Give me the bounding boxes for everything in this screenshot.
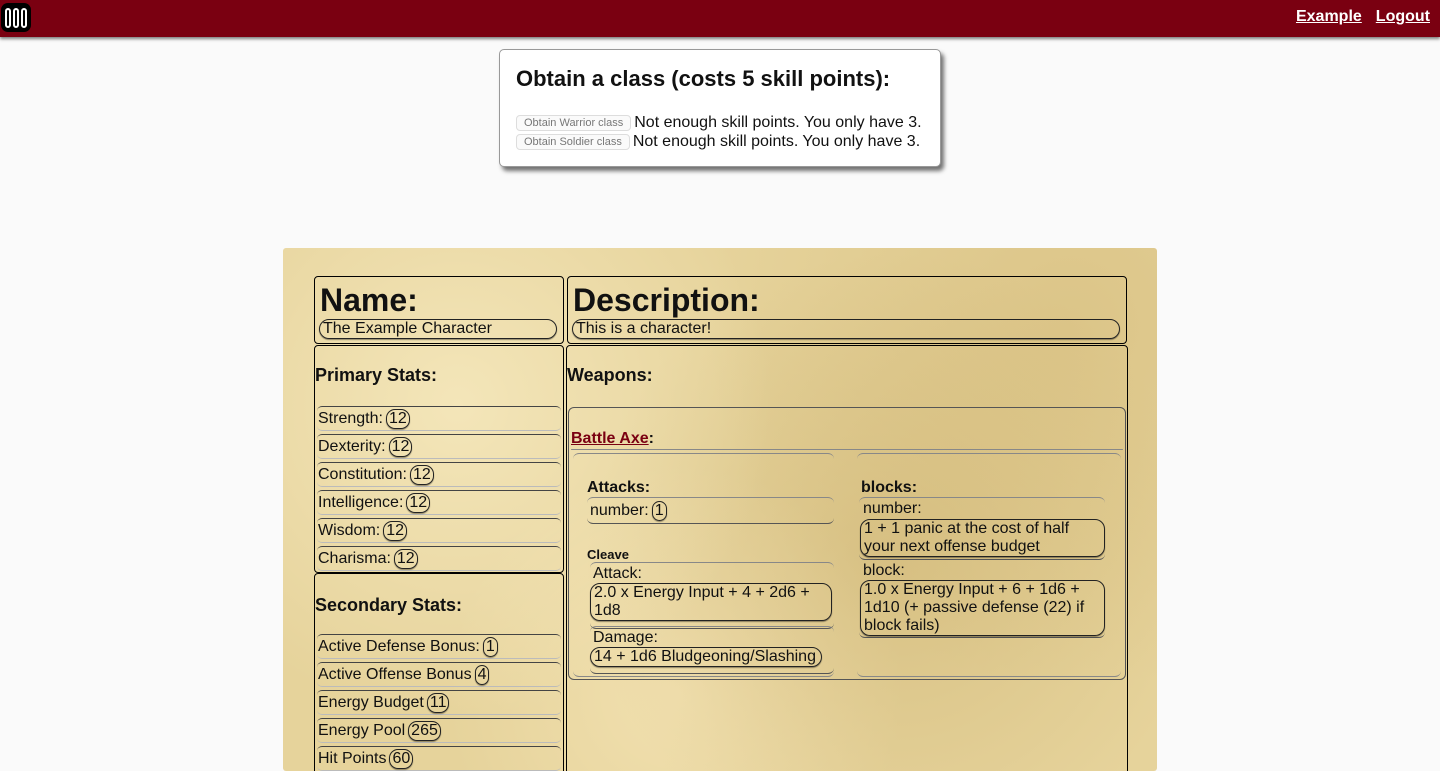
stat-row: Energy Pool 265: [317, 718, 561, 743]
blocks-number-label: number:: [863, 500, 922, 517]
weapons-title: Weapons:: [567, 365, 653, 385]
stat-row: Wisdom: 12: [317, 518, 561, 543]
class-option-message: Not enough skill points. You only have 3…: [634, 114, 922, 131]
name-label: Name:: [320, 282, 418, 318]
stat-label: Dexterity:: [318, 437, 386, 455]
damage-value[interactable]: 14 + 1d6 Bludgeoning/Slashing: [590, 647, 822, 667]
blocks-number-value[interactable]: 1 + 1 panic at the cost of half your nex…: [860, 519, 1105, 557]
stat-value[interactable]: 12: [383, 520, 408, 541]
stat-label: Hit Points: [318, 749, 387, 767]
user-link[interactable]: Example: [1296, 8, 1362, 26]
stat-label: Constitution:: [318, 465, 407, 483]
weapon-name-link[interactable]: Battle Axe: [571, 430, 649, 447]
attacks-title: Attacks:: [587, 479, 651, 496]
description-label: Description:: [573, 282, 760, 318]
stat-label: Intelligence:: [318, 493, 404, 511]
stat-value[interactable]: 12: [406, 492, 431, 513]
primary-stats-title: Primary Stats:: [315, 365, 438, 385]
obtain-class-dialog: Obtain a class (costs 5 skill points): O…: [499, 49, 941, 167]
damage-label: Damage:: [593, 629, 658, 646]
block-value[interactable]: 1.0 x Energy Input + 6 + 1d6 + 1d10 (+ p…: [860, 580, 1105, 636]
character-sheet: Name: The Example Character Description:…: [283, 248, 1157, 771]
attacks-number-label: number:: [590, 501, 649, 519]
stat-label: Strength:: [318, 409, 383, 427]
weapon-card: Battle Axe: Attacks: number: 1 Cleave At…: [568, 407, 1126, 680]
attack-label: Attack:: [593, 565, 642, 582]
class-option-row: Obtain Warrior class Not enough skill po…: [516, 114, 922, 132]
attacks-number-value[interactable]: 1: [651, 500, 667, 521]
stat-value[interactable]: 12: [388, 436, 413, 457]
name-field[interactable]: The Example Character: [319, 319, 557, 339]
stat-label: Active Defense Bonus:: [318, 637, 480, 655]
stat-row: Strength: 12: [317, 406, 561, 431]
attack-value[interactable]: 2.0 x Energy Input + 4 + 2d6 + 1d8: [590, 583, 832, 621]
stat-row: Dexterity: 12: [317, 434, 561, 459]
stat-label: Charisma:: [318, 549, 391, 567]
stat-row: Active Defense Bonus: 1: [317, 634, 561, 659]
name-panel: Name: The Example Character: [314, 276, 564, 344]
weapon-colon: :: [648, 430, 654, 447]
stat-value[interactable]: 1: [482, 636, 498, 657]
damage-block: Damage: 14 + 1d6 Bludgeoning/Slashing: [590, 626, 834, 674]
obtain-warrior-button[interactable]: Obtain Warrior class: [516, 115, 632, 131]
stat-value[interactable]: 11: [426, 692, 450, 713]
class-option-message: Not enough skill points. You only have 3…: [632, 133, 921, 150]
obtain-soldier-button[interactable]: Obtain Soldier class: [516, 134, 630, 150]
stat-row: Energy Budget 11: [317, 690, 561, 715]
description-field[interactable]: This is a character!: [572, 319, 1120, 339]
dialog-title: Obtain a class (costs 5 skill points):: [516, 66, 891, 91]
divider: [571, 449, 1123, 450]
stat-row: Active Offense Bonus 4: [317, 662, 561, 687]
weapons-panel: Weapons: Battle Axe: Attacks: number: 1 …: [566, 345, 1128, 771]
logout-link[interactable]: Logout: [1376, 8, 1430, 26]
stat-label: Active Offense Bonus: [318, 665, 472, 683]
description-panel: Description: This is a character!: [567, 276, 1127, 344]
blocks-number-block: number: 1 + 1 panic at the cost of half …: [859, 497, 1105, 560]
blocks-section: blocks: number: 1 + 1 panic at the cost …: [857, 453, 1121, 677]
stat-value[interactable]: 4: [474, 664, 490, 685]
stat-row: Charisma: 12: [317, 546, 561, 571]
attacks-number-row: number: 1: [587, 497, 834, 524]
attacks-section: Attacks: number: 1 Cleave Attack: 2.0 x …: [573, 453, 834, 677]
stat-label: Energy Pool: [318, 721, 406, 739]
blocks-title: blocks:: [861, 479, 918, 496]
stat-row: Hit Points 60: [317, 746, 561, 771]
class-option-row: Obtain Soldier class Not enough skill po…: [516, 133, 920, 151]
stat-value[interactable]: 12: [385, 408, 410, 429]
top-navbar: Example Logout: [0, 0, 1440, 37]
attack-roll-block: Attack: 2.0 x Energy Input + 4 + 2d6 + 1…: [590, 562, 834, 629]
block-label: block:: [863, 562, 905, 579]
block-roll-block: block: 1.0 x Energy Input + 6 + 1d6 + 1d…: [859, 560, 1105, 638]
nav-links: Example Logout: [1296, 8, 1430, 26]
stat-row: Intelligence: 12: [317, 490, 561, 515]
secondary-stats-panel: Secondary Stats: Active Defense Bonus: 1 …: [314, 573, 564, 771]
stat-row: Constitution: 12: [317, 462, 561, 487]
stat-value[interactable]: 265: [408, 720, 441, 741]
stat-value[interactable]: 12: [393, 548, 418, 569]
logo-icon[interactable]: [1, 3, 31, 32]
stat-value[interactable]: 60: [389, 748, 414, 769]
stat-label: Energy Budget: [318, 693, 424, 711]
secondary-stats-title: Secondary Stats:: [315, 595, 463, 615]
attack-name: Cleave: [587, 547, 629, 562]
primary-stats-panel: Primary Stats: Strength: 12 Dexterity: 12 …: [314, 345, 564, 573]
stat-value[interactable]: 12: [409, 464, 434, 485]
stat-label: Wisdom:: [318, 521, 381, 539]
weapon-title: Battle Axe:: [571, 430, 654, 448]
